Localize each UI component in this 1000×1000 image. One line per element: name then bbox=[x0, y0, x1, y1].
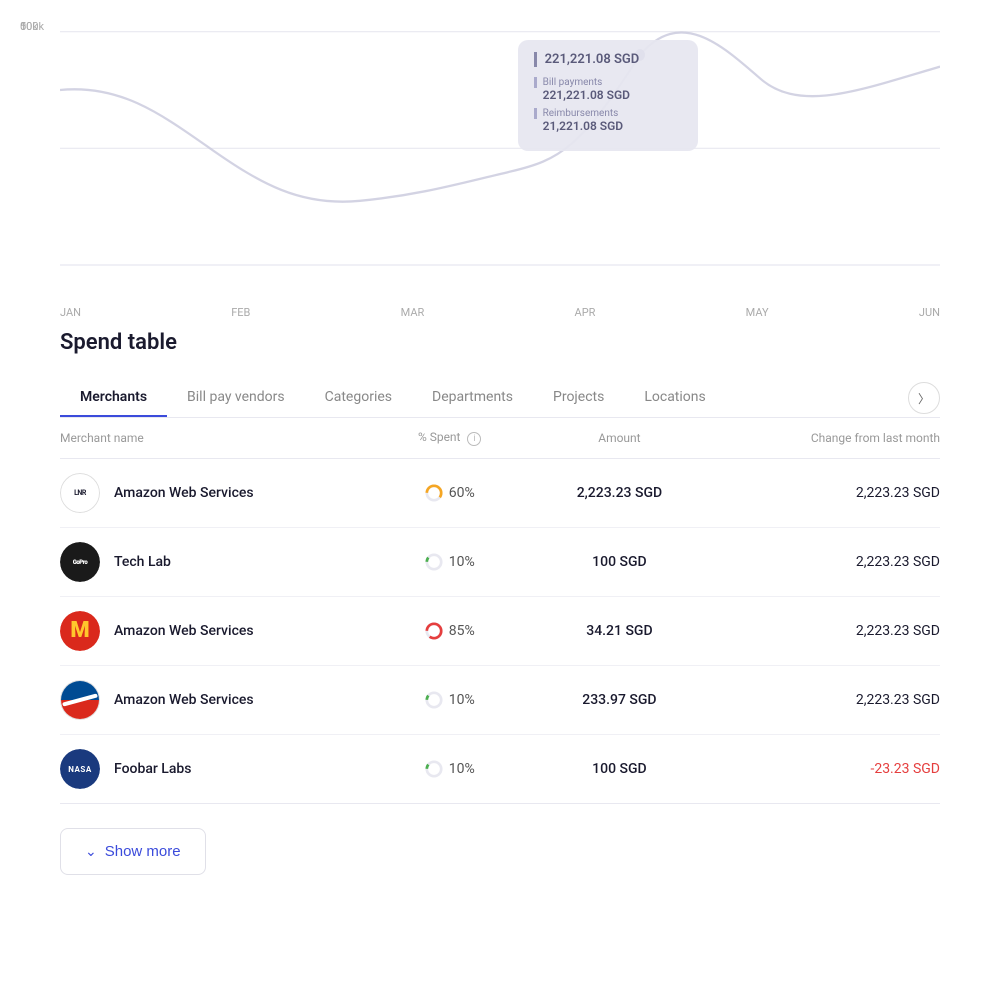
table-row[interactable]: Amazon Web Services 10% 233.97 SGD 2,223… bbox=[60, 666, 940, 735]
change-cell: 2,223.23 SGD bbox=[714, 623, 940, 639]
table-row[interactable]: M Amazon Web Services 85% 34.21 SGD 2,22… bbox=[60, 597, 940, 666]
merchant-logo: M bbox=[60, 611, 100, 651]
change-cell: 2,223.23 SGD bbox=[714, 692, 940, 708]
tab-merchants[interactable]: Merchants bbox=[60, 379, 167, 417]
amount-cell: 34.21 SGD bbox=[525, 623, 714, 639]
merchant-name: Foobar Labs bbox=[114, 761, 191, 777]
show-more-label: Show more bbox=[105, 843, 181, 860]
tooltip-bill-payments-value: 221,221.08 SGD bbox=[534, 88, 682, 102]
merchant-name: Amazon Web Services bbox=[114, 485, 254, 501]
x-label-jun: JUN bbox=[919, 306, 940, 319]
change-cell: 2,223.23 SGD bbox=[714, 485, 940, 501]
percent-spent-value: 10% bbox=[449, 554, 475, 570]
merchant-info: M Amazon Web Services bbox=[60, 611, 374, 651]
chart-container: 221,221.08 SGD Bill payments 221,221.08 … bbox=[60, 20, 940, 300]
spent-cell: 10% bbox=[374, 691, 525, 709]
merchant-logo: GoPro bbox=[60, 542, 100, 582]
spent-cell: 85% bbox=[374, 622, 525, 640]
chart-svg bbox=[60, 20, 940, 300]
merchant-logo: NASA bbox=[60, 749, 100, 789]
change-cell: 2,223.23 SGD bbox=[714, 554, 940, 570]
percent-spent-value: 85% bbox=[449, 623, 475, 639]
change-cell: -23.23 SGD bbox=[714, 761, 940, 777]
amount-cell: 2,223.23 SGD bbox=[525, 485, 714, 501]
x-label-apr: APR bbox=[575, 306, 596, 319]
tab-bill-pay-vendors[interactable]: Bill pay vendors bbox=[167, 379, 305, 417]
merchant-info: Amazon Web Services bbox=[60, 680, 374, 720]
col-header-change: Change from last month bbox=[714, 431, 940, 445]
merchant-info: NASA Foobar Labs bbox=[60, 749, 374, 789]
merchant-logo: LNR bbox=[60, 473, 100, 513]
percent-spent-value: 10% bbox=[449, 692, 475, 708]
tooltip-reimbursements-value: 21,221.08 SGD bbox=[534, 119, 682, 133]
col-header-spent: % Spent i bbox=[374, 430, 525, 446]
amount-cell: 100 SGD bbox=[525, 554, 714, 570]
spent-cell: 60% bbox=[374, 484, 525, 502]
col-header-amount: Amount bbox=[525, 431, 714, 445]
tabs-scroll-right[interactable]: 〉 bbox=[908, 382, 940, 414]
tooltip-reimbursements-label: Reimbursements bbox=[534, 108, 682, 119]
table-row[interactable]: LNR Amazon Web Services 60% 2,223.23 SGD… bbox=[60, 459, 940, 528]
x-label-jan: JAN bbox=[60, 306, 81, 319]
table-row[interactable]: GoPro Tech Lab 10% 100 SGD 2,223.23 SGD bbox=[60, 528, 940, 597]
tab-categories[interactable]: Categories bbox=[305, 379, 412, 417]
amount-cell: 100 SGD bbox=[525, 761, 714, 777]
chevron-down-icon: ⌄ bbox=[85, 843, 97, 860]
merchant-info: GoPro Tech Lab bbox=[60, 542, 374, 582]
percent-spent-value: 60% bbox=[449, 485, 475, 501]
amount-cell: 233.97 SGD bbox=[525, 692, 714, 708]
table-body: LNR Amazon Web Services 60% 2,223.23 SGD… bbox=[60, 459, 940, 804]
tooltip-bill-payments: Bill payments 221,221.08 SGD bbox=[534, 77, 682, 102]
table-row[interactable]: NASA Foobar Labs 10% 100 SGD -23.23 SGD bbox=[60, 735, 940, 804]
tab-departments[interactable]: Departments bbox=[412, 379, 533, 417]
merchant-info: LNR Amazon Web Services bbox=[60, 473, 374, 513]
tab-locations[interactable]: Locations bbox=[624, 379, 725, 417]
tooltip-reimbursements: Reimbursements 21,221.08 SGD bbox=[534, 108, 682, 133]
x-label-feb: FEB bbox=[231, 306, 250, 319]
y-label-0: 0 bbox=[20, 20, 26, 33]
percent-spent-value: 10% bbox=[449, 761, 475, 777]
percent-spent-info-icon[interactable]: i bbox=[467, 432, 481, 446]
chart-tooltip: 221,221.08 SGD Bill payments 221,221.08 … bbox=[518, 40, 698, 151]
merchant-name: Amazon Web Services bbox=[114, 623, 254, 639]
chart-area: 100k 50k 0 221,221.08 SGD Bill payments … bbox=[0, 0, 1000, 320]
merchant-name: Amazon Web Services bbox=[114, 692, 254, 708]
tooltip-main-amount: 221,221.08 SGD bbox=[534, 52, 682, 67]
show-more-button[interactable]: ⌄ Show more bbox=[60, 828, 206, 875]
tabs: Merchants Bill pay vendors Categories De… bbox=[60, 379, 940, 418]
tooltip-bill-payments-label: Bill payments bbox=[534, 77, 682, 88]
spend-section: Spend table Merchants Bill pay vendors C… bbox=[0, 320, 1000, 915]
merchant-logo bbox=[60, 680, 100, 720]
x-label-mar: MAR bbox=[401, 306, 425, 319]
merchant-name: Tech Lab bbox=[114, 554, 171, 570]
spend-table-title: Spend table bbox=[60, 330, 940, 355]
x-axis-labels: JAN FEB MAR APR MAY JUN bbox=[60, 300, 940, 319]
x-label-may: MAY bbox=[746, 306, 769, 319]
col-header-merchant: Merchant name bbox=[60, 431, 374, 445]
table-header: Merchant name % Spent i Amount Change fr… bbox=[60, 418, 940, 459]
tab-projects[interactable]: Projects bbox=[533, 379, 624, 417]
spent-cell: 10% bbox=[374, 553, 525, 571]
spent-cell: 10% bbox=[374, 760, 525, 778]
